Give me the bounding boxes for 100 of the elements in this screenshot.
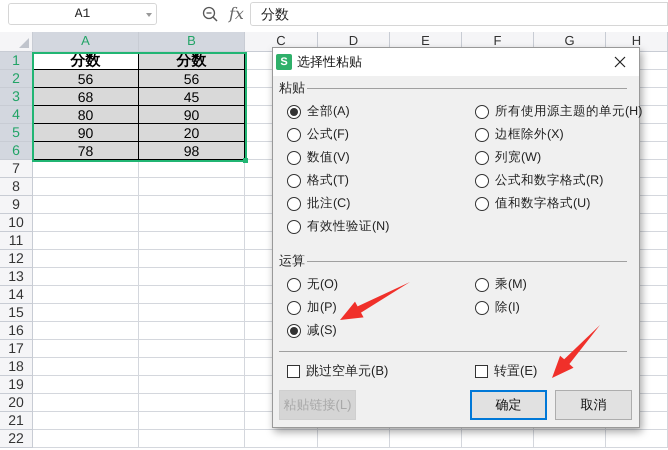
grid-cell[interactable] [606, 430, 668, 448]
radio-button[interactable] [475, 196, 489, 210]
grid-cell[interactable] [139, 250, 245, 268]
grid-cell[interactable] [33, 394, 139, 412]
row-header[interactable]: 14 [0, 286, 33, 304]
radio-button[interactable] [475, 278, 489, 292]
row-header[interactable]: 21 [0, 412, 33, 430]
radio-label[interactable]: 全部(A) [307, 102, 350, 121]
radio-button[interactable] [287, 324, 301, 338]
checkbox-label[interactable]: 跳过空单元(B) [306, 361, 388, 381]
radio-button[interactable] [287, 104, 301, 118]
grid-cell[interactable] [33, 430, 139, 448]
row-header[interactable]: 19 [0, 376, 33, 394]
grid-cell[interactable] [139, 268, 245, 286]
row-header[interactable]: 22 [0, 430, 33, 448]
dialog-button[interactable]: 确定 [470, 390, 547, 420]
grid-cell[interactable] [139, 304, 245, 322]
radio-label[interactable]: 减(S) [307, 321, 337, 340]
radio-button[interactable] [475, 104, 489, 118]
radio-label[interactable]: 值和数字格式(U) [495, 194, 590, 213]
grid-cell[interactable] [33, 358, 139, 376]
grid-cell[interactable] [139, 340, 245, 358]
grid-cell[interactable] [139, 430, 245, 448]
radio-label[interactable]: 数值(V) [307, 148, 350, 167]
radio-button[interactable] [287, 278, 301, 292]
radio-button[interactable] [475, 300, 489, 314]
row-header[interactable]: 9 [0, 196, 33, 214]
row-header[interactable]: 13 [0, 268, 33, 286]
fill-handle[interactable] [243, 158, 248, 163]
grid-cell[interactable] [33, 322, 139, 340]
radio-label[interactable]: 公式和数字格式(R) [495, 171, 604, 190]
grid-cell[interactable] [318, 430, 390, 448]
radio-label[interactable]: 乘(M) [495, 275, 527, 294]
radio-button[interactable] [287, 174, 301, 188]
row-header[interactable]: 18 [0, 358, 33, 376]
grid-cell[interactable] [245, 430, 318, 448]
grid-cell[interactable] [139, 196, 245, 214]
grid-cell[interactable] [534, 430, 606, 448]
select-all-corner[interactable] [0, 32, 33, 52]
grid-cell[interactable] [139, 322, 245, 340]
grid-cell[interactable] [139, 232, 245, 250]
radio-button[interactable] [475, 128, 489, 142]
row-header[interactable]: 20 [0, 394, 33, 412]
radio-label[interactable]: 批注(C) [307, 194, 350, 213]
zoom-out-icon[interactable] [202, 6, 218, 22]
grid-cell[interactable] [33, 160, 139, 178]
row-header[interactable]: 15 [0, 304, 33, 322]
function-button[interactable]: fx [229, 2, 244, 26]
grid-cell[interactable] [139, 394, 245, 412]
radio-button[interactable] [287, 196, 301, 210]
radio-label[interactable]: 边框除外(X) [495, 125, 564, 144]
grid-cell[interactable] [33, 340, 139, 358]
radio-label[interactable]: 有效性验证(N) [307, 217, 390, 236]
grid-cell[interactable] [462, 430, 534, 448]
grid-cell[interactable] [33, 232, 139, 250]
row-header[interactable]: 16 [0, 322, 33, 340]
radio-button[interactable] [287, 220, 301, 234]
grid-cell[interactable] [139, 286, 245, 304]
radio-label[interactable]: 无(O) [307, 275, 338, 294]
grid-cell[interactable] [139, 412, 245, 430]
radio-label[interactable]: 列宽(W) [495, 148, 542, 167]
grid-cell[interactable] [33, 214, 139, 232]
checkbox-label[interactable]: 转置(E) [494, 361, 538, 381]
radio-label[interactable]: 公式(F) [307, 125, 349, 144]
radio-label[interactable]: 除(I) [495, 298, 520, 317]
radio-label[interactable]: 所有使用源主题的单元(H) [495, 102, 642, 121]
grid-cell[interactable] [33, 376, 139, 394]
formula-field[interactable]: 分数 [250, 2, 668, 26]
row-header[interactable]: 10 [0, 214, 33, 232]
grid-cell[interactable] [33, 286, 139, 304]
grid-cell[interactable] [390, 430, 462, 448]
grid-cell[interactable] [139, 214, 245, 232]
radio-button[interactable] [475, 174, 489, 188]
grid-cell[interactable] [139, 160, 245, 178]
radio-button[interactable] [475, 150, 489, 164]
grid-cell[interactable] [33, 304, 139, 322]
radio-label[interactable]: 加(P) [307, 298, 337, 317]
row-header[interactable]: 12 [0, 250, 33, 268]
radio-button[interactable] [287, 128, 301, 142]
row-header[interactable]: 17 [0, 340, 33, 358]
grid-cell[interactable] [33, 268, 139, 286]
caret-icon[interactable] [146, 13, 152, 17]
close-icon[interactable] [614, 56, 626, 68]
radio-button[interactable] [287, 150, 301, 164]
row-header[interactable]: 11 [0, 232, 33, 250]
dialog-button[interactable]: 取消 [555, 390, 632, 420]
grid-cell[interactable] [33, 250, 139, 268]
grid-cell[interactable] [139, 358, 245, 376]
radio-label[interactable]: 格式(T) [307, 171, 349, 190]
grid-cell[interactable] [33, 412, 139, 430]
grid-cell[interactable] [33, 196, 139, 214]
name-box[interactable]: A1 [8, 3, 157, 25]
grid-cell[interactable] [139, 376, 245, 394]
grid-cell[interactable] [33, 178, 139, 196]
radio-button[interactable] [287, 300, 301, 314]
row-header[interactable]: 7 [0, 160, 33, 178]
checkbox[interactable] [475, 364, 488, 378]
row-header[interactable]: 8 [0, 178, 33, 196]
checkbox[interactable] [287, 364, 300, 378]
grid-cell[interactable] [139, 178, 245, 196]
